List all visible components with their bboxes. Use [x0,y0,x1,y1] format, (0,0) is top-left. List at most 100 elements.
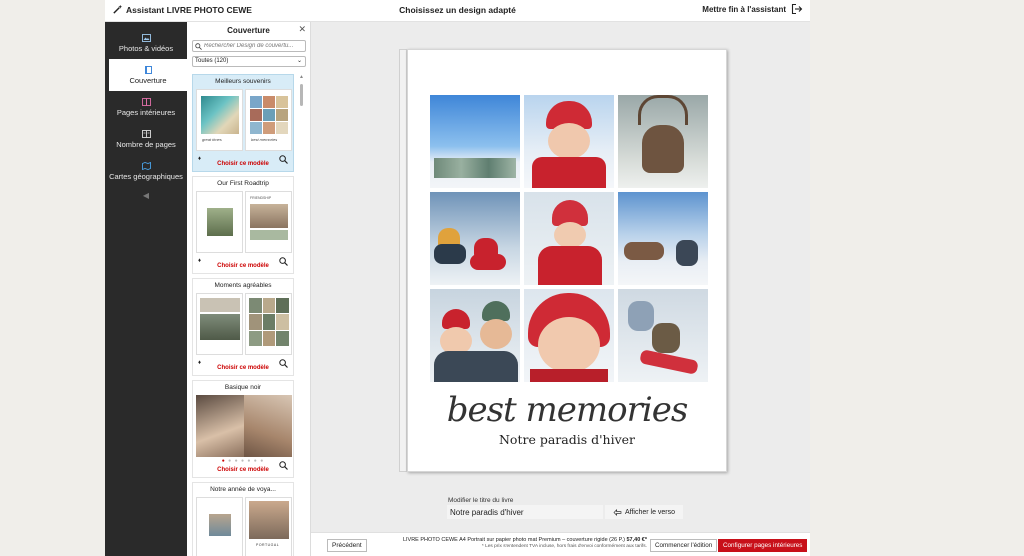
book-spine [399,49,407,472]
search-input[interactable] [204,43,304,49]
template-title: Basique noir [224,384,262,391]
nav-label: Pages intérieures [116,108,176,117]
flip-icon [613,508,622,516]
cover-photo[interactable] [618,95,708,188]
chevron-down-icon: ⌄ [296,58,302,64]
template-title: Notre année de voya... [210,486,276,493]
price: 57,40 €* [626,537,648,543]
cover-photo[interactable] [430,289,520,382]
book-title-label: Modifier le titre du livre [448,497,514,504]
show-back-cover-label: Afficher le verso [624,508,676,516]
product-description: LIVRE PHOTO CEWE A4 Portrait sur papier … [402,537,625,543]
template-card[interactable]: Our First Roadtrip FRIENDSHIP ♦ Choisir … [192,176,294,274]
book-title-input[interactable] [447,505,603,519]
template-card[interactable]: Moments agréables ♦ Choisir ce modèle [192,278,294,376]
filter-value: Toutes (120) [195,58,229,64]
choose-template-button[interactable]: Choisir ce modèle [193,161,293,167]
search-box[interactable] [192,40,306,52]
nav-item-page-count[interactable]: Nombre de pages [105,123,187,155]
preview-page [196,395,244,457]
cover-photo[interactable] [430,192,520,285]
panel-scrollbar[interactable]: ▲ [299,74,304,556]
page-count-icon [141,130,151,138]
left-nav: Photos & vidéos Couverture Pages intérie… [105,22,187,556]
preview-page [196,293,243,355]
exit-assistant-button[interactable]: Mettre fin à l'assistant [702,3,803,15]
configure-inner-pages-button[interactable]: Configurer pages intérieures [718,539,808,552]
zoom-icon[interactable] [279,461,288,470]
nav-label: Photos & vidéos [118,44,174,53]
order-summary: LIVRE PHOTO CEWE A4 Portrait sur papier … [377,537,647,550]
preview-page: PORTUGAL [245,497,292,556]
preview-text: FRIENDSHIP [250,196,272,200]
preview-page: best memories [245,89,292,151]
zoom-icon[interactable] [279,257,288,266]
book-cover-preview[interactable]: best memories Notre paradis d'hiver [407,49,727,472]
app-window: Assistant LIVRE PHOTO CEWE Choisissez un… [105,0,810,556]
preview-page [196,191,243,253]
preview-text: great times [202,137,222,142]
cover-photo[interactable] [618,289,708,382]
cover-photo[interactable] [430,95,520,188]
preview-text: PORTUGAL [256,543,280,547]
preview-page [245,293,292,355]
zoom-icon[interactable] [279,359,288,368]
nav-label: Cartes géographiques [109,172,183,181]
preview-page [244,395,292,457]
pages-icon [141,98,151,106]
collapse-icon[interactable]: ◀ [105,191,187,200]
footer-bar: Précédent LIVRE PHOTO CEWE A4 Portrait s… [311,532,810,556]
scroll-thumb[interactable] [300,84,303,106]
search-icon [195,42,202,50]
nav-item-photos[interactable]: Photos & vidéos [105,27,187,59]
nav-item-maps[interactable]: Cartes géographiques [105,155,187,187]
cover-icon [144,66,152,74]
photo-icon [141,34,151,42]
design-panel: Couverture ✕ Toutes (120) ⌄ Meilleurs so… [187,22,311,556]
cover-photo[interactable] [524,289,614,382]
template-card[interactable]: Notre année de voya... PORTUGAL [192,482,294,556]
close-icon[interactable]: ✕ [298,24,306,35]
template-preview [196,293,292,355]
cover-photo[interactable] [524,95,614,188]
cover-photo-grid [430,95,708,385]
template-title: Meilleurs souvenirs [215,78,271,85]
nav-label: Couverture [129,76,167,85]
nav-item-inner-pages[interactable]: Pages intérieures [105,91,187,123]
template-title: Our First Roadtrip [217,180,269,187]
template-preview: great times best memories [196,89,292,151]
panel-title: Couverture [227,26,270,35]
choose-template-button[interactable]: Choisir ce modèle [193,365,293,371]
top-bar: Assistant LIVRE PHOTO CEWE Choisissez un… [105,0,810,22]
scroll-up-icon[interactable]: ▲ [299,74,304,80]
zoom-icon[interactable] [279,155,288,164]
exit-icon [791,3,803,15]
template-title: Moments agréables [214,282,272,289]
show-back-cover-button[interactable]: Afficher le verso [605,505,683,519]
nav-item-cover[interactable]: Couverture [109,59,187,91]
template-preview: FRIENDSHIP [196,191,292,253]
start-editing-button[interactable]: Commencer l'édition [650,539,718,552]
preview-page: great times [196,89,243,151]
previous-button[interactable]: Précédent [327,539,367,552]
cover-photo[interactable] [524,192,614,285]
price-note: * Les prix s'entendent TVA incluse, hors… [481,544,647,550]
preview-page [196,497,243,556]
template-card[interactable]: Basique noir ● ● ● ● ● ● ● Choisir ce mo… [192,380,294,478]
cover-title-text: best memories [446,390,689,430]
cover-photo[interactable] [618,192,708,285]
carousel-dots[interactable]: ● ● ● ● ● ● ● [193,458,293,464]
choose-template-button[interactable]: Choisir ce modèle [193,263,293,269]
template-list: Meilleurs souvenirs great times best mem… [192,74,296,556]
map-icon [141,162,151,170]
template-preview [196,395,292,457]
editor-canvas: best memories Notre paradis d'hiver Modi… [311,22,810,532]
preview-text: best memories [251,137,278,142]
choose-template-button[interactable]: Choisir ce modèle [193,467,293,473]
cover-subtitle-text: Notre paradis d'hiver [498,432,636,447]
category-filter-select[interactable]: Toutes (120) ⌄ [192,56,306,67]
template-preview: PORTUGAL [196,497,292,556]
template-card[interactable]: Meilleurs souvenirs great times best mem… [192,74,294,172]
preview-page: FRIENDSHIP [245,191,292,253]
nav-label: Nombre de pages [116,140,176,149]
